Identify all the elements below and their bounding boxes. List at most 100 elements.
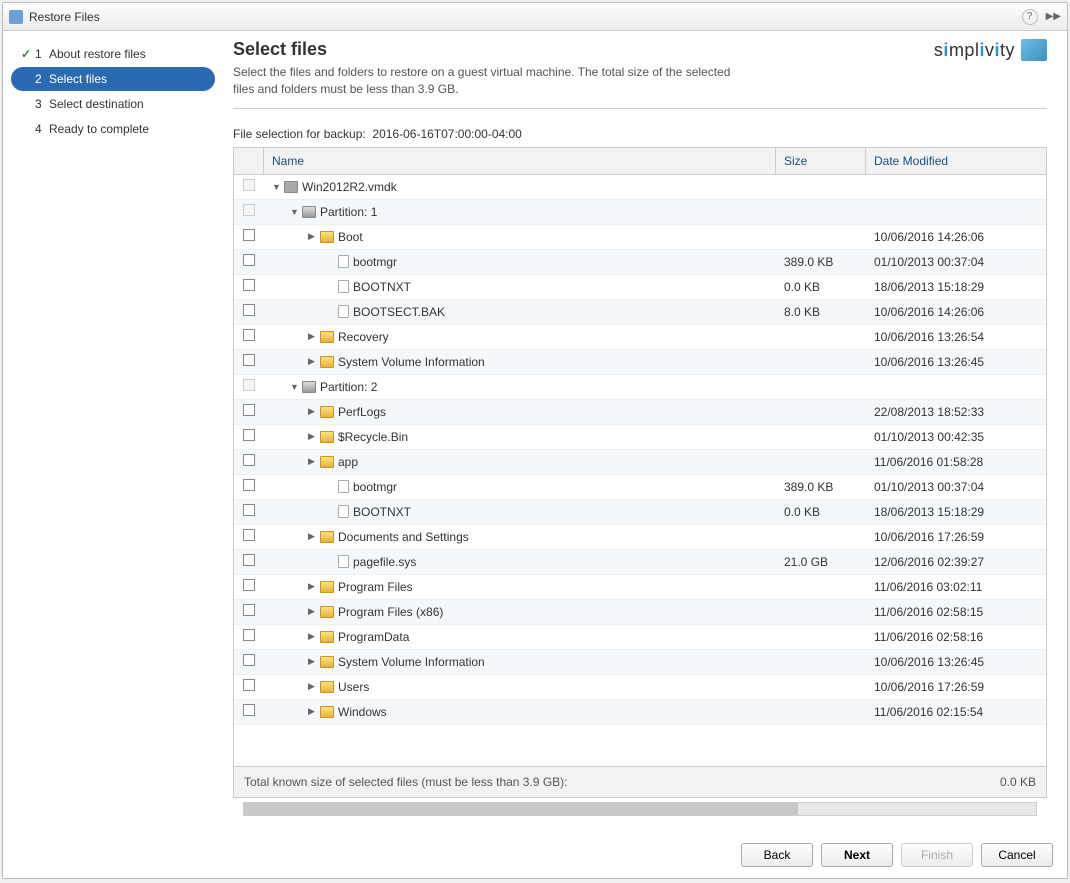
table-row[interactable]: ▼Partition: 2 [234, 375, 1046, 400]
row-checkbox-cell[interactable] [234, 229, 264, 244]
row-checkbox-cell[interactable] [234, 304, 264, 319]
row-checkbox-cell[interactable] [234, 504, 264, 519]
row-name-cell[interactable]: ▼Partition: 2 [264, 380, 776, 394]
scrollbar-thumb[interactable] [244, 803, 798, 815]
row-name-cell[interactable]: bootmgr [264, 480, 776, 494]
table-row[interactable]: ▶app11/06/2016 01:58:28 [234, 450, 1046, 475]
row-name-cell[interactable]: ▶PerfLogs [264, 405, 776, 419]
step-select-destination[interactable]: 3 Select destination [11, 92, 215, 116]
table-row[interactable]: ▶Windows11/06/2016 02:15:54 [234, 700, 1046, 725]
checkbox[interactable] [243, 254, 255, 266]
table-row[interactable]: bootmgr389.0 KB01/10/2013 00:37:04 [234, 250, 1046, 275]
checkbox[interactable] [243, 704, 255, 716]
row-checkbox-cell[interactable] [234, 329, 264, 344]
cancel-button[interactable]: Cancel [981, 843, 1053, 867]
row-name-cell[interactable]: ▶Boot [264, 230, 776, 244]
table-row[interactable]: ▶$Recycle.Bin01/10/2013 00:42:35 [234, 425, 1046, 450]
row-checkbox-cell[interactable] [234, 529, 264, 544]
chevron-right-icon[interactable]: ▶ [308, 631, 318, 642]
table-row[interactable]: ▶Program Files (x86)11/06/2016 02:58:15 [234, 600, 1046, 625]
row-name-cell[interactable]: bootmgr [264, 255, 776, 269]
checkbox[interactable] [243, 304, 255, 316]
table-row[interactable]: ▶Program Files11/06/2016 03:02:11 [234, 575, 1046, 600]
checkbox[interactable] [243, 329, 255, 341]
table-row[interactable]: ▶Documents and Settings10/06/2016 17:26:… [234, 525, 1046, 550]
row-name-cell[interactable]: ▶Windows [264, 705, 776, 719]
table-row[interactable]: ▶Recovery10/06/2016 13:26:54 [234, 325, 1046, 350]
horizontal-scrollbar[interactable] [243, 802, 1037, 816]
row-name-cell[interactable]: BOOTSECT.BAK [264, 305, 776, 319]
chevron-right-icon[interactable]: ▶ [308, 406, 318, 417]
chevron-right-icon[interactable]: ▶ [308, 681, 318, 692]
chevron-right-icon[interactable]: ▶ [308, 656, 318, 667]
row-name-cell[interactable]: ▶$Recycle.Bin [264, 430, 776, 444]
row-name-cell[interactable]: ▶System Volume Information [264, 355, 776, 369]
row-checkbox-cell[interactable] [234, 379, 264, 394]
row-checkbox-cell[interactable] [234, 204, 264, 219]
checkbox[interactable] [243, 229, 255, 241]
checkbox[interactable] [243, 279, 255, 291]
expand-icon[interactable]: ▶▶ [1046, 11, 1061, 22]
table-row[interactable]: BOOTNXT0.0 KB18/06/2013 15:18:29 [234, 275, 1046, 300]
table-row[interactable]: ▶PerfLogs22/08/2013 18:52:33 [234, 400, 1046, 425]
row-name-cell[interactable]: ▼Win2012R2.vmdk [264, 180, 776, 194]
checkbox[interactable] [243, 404, 255, 416]
row-name-cell[interactable]: ▶System Volume Information [264, 655, 776, 669]
chevron-right-icon[interactable]: ▶ [308, 456, 318, 467]
row-checkbox-cell[interactable] [234, 429, 264, 444]
checkbox[interactable] [243, 504, 255, 516]
row-checkbox-cell[interactable] [234, 454, 264, 469]
row-checkbox-cell[interactable] [234, 254, 264, 269]
row-checkbox-cell[interactable] [234, 479, 264, 494]
header-size[interactable]: Size [776, 148, 866, 174]
help-icon[interactable]: ? [1022, 9, 1038, 25]
row-checkbox-cell[interactable] [234, 554, 264, 569]
step-ready[interactable]: 4 Ready to complete [11, 117, 215, 141]
table-row[interactable]: ▼Win2012R2.vmdk [234, 175, 1046, 200]
table-row[interactable]: ▶Boot10/06/2016 14:26:06 [234, 225, 1046, 250]
chevron-right-icon[interactable]: ▶ [308, 581, 318, 592]
table-row[interactable]: ▶ProgramData11/06/2016 02:58:16 [234, 625, 1046, 650]
step-select-files[interactable]: 2 Select files [11, 67, 215, 91]
row-name-cell[interactable]: ▼Partition: 1 [264, 205, 776, 219]
chevron-right-icon[interactable]: ▶ [308, 531, 318, 542]
chevron-right-icon[interactable]: ▶ [308, 606, 318, 617]
row-checkbox-cell[interactable] [234, 679, 264, 694]
checkbox[interactable] [243, 454, 255, 466]
row-name-cell[interactable]: BOOTNXT [264, 505, 776, 519]
row-checkbox-cell[interactable] [234, 279, 264, 294]
row-name-cell[interactable]: BOOTNXT [264, 280, 776, 294]
row-checkbox-cell[interactable] [234, 604, 264, 619]
chevron-right-icon[interactable]: ▶ [308, 231, 318, 242]
table-row[interactable]: BOOTNXT0.0 KB18/06/2013 15:18:29 [234, 500, 1046, 525]
checkbox[interactable] [243, 604, 255, 616]
row-name-cell[interactable]: ▶Documents and Settings [264, 530, 776, 544]
table-row[interactable]: ▶Users10/06/2016 17:26:59 [234, 675, 1046, 700]
row-name-cell[interactable]: ▶Users [264, 680, 776, 694]
checkbox[interactable] [243, 654, 255, 666]
row-name-cell[interactable]: ▶app [264, 455, 776, 469]
row-checkbox-cell[interactable] [234, 654, 264, 669]
row-checkbox-cell[interactable] [234, 579, 264, 594]
row-checkbox-cell[interactable] [234, 354, 264, 369]
checkbox[interactable] [243, 629, 255, 641]
table-row[interactable]: ▶System Volume Information10/06/2016 13:… [234, 350, 1046, 375]
chevron-down-icon[interactable]: ▼ [290, 382, 300, 392]
checkbox[interactable] [243, 354, 255, 366]
table-row[interactable]: ▶System Volume Information10/06/2016 13:… [234, 650, 1046, 675]
chevron-right-icon[interactable]: ▶ [308, 331, 318, 342]
row-checkbox-cell[interactable] [234, 704, 264, 719]
header-name[interactable]: Name [264, 148, 776, 174]
row-checkbox-cell[interactable] [234, 179, 264, 194]
checkbox[interactable] [243, 679, 255, 691]
row-name-cell[interactable]: pagefile.sys [264, 555, 776, 569]
row-name-cell[interactable]: ▶Recovery [264, 330, 776, 344]
checkbox[interactable] [243, 554, 255, 566]
back-button[interactable]: Back [741, 843, 813, 867]
step-about[interactable]: ✓ 1 About restore files [11, 42, 215, 66]
header-date[interactable]: Date Modified [866, 148, 1046, 174]
checkbox[interactable] [243, 429, 255, 441]
chevron-right-icon[interactable]: ▶ [308, 706, 318, 717]
row-name-cell[interactable]: ▶Program Files [264, 580, 776, 594]
row-name-cell[interactable]: ▶ProgramData [264, 630, 776, 644]
